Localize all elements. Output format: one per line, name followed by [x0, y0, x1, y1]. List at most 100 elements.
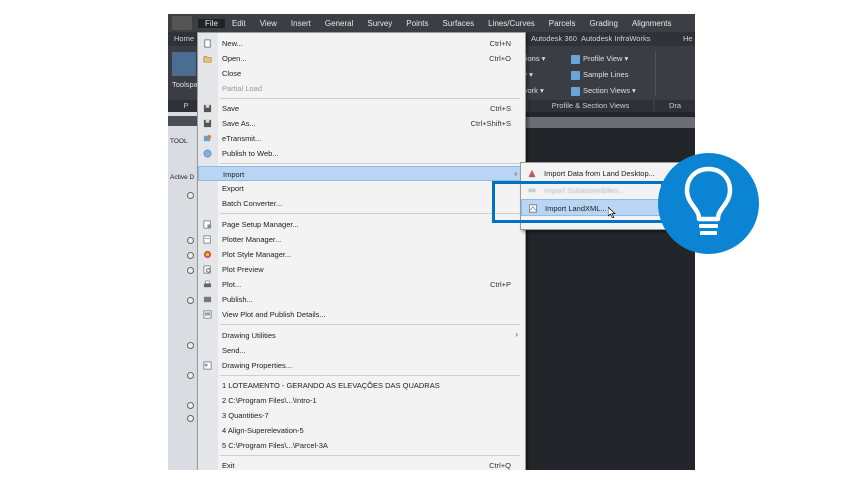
tree-node[interactable]	[187, 402, 194, 409]
file-menu-page-setup[interactable]: Page Setup Manager...	[198, 217, 525, 232]
file-menu-batch-converter[interactable]: Batch Converter...	[198, 196, 525, 211]
toolspace-icon[interactable]	[172, 52, 196, 76]
land-desktop-icon	[528, 169, 536, 178]
recent-file-item[interactable]: 5 C:\Program Files\...\Parcel-3A	[198, 438, 525, 453]
file-menu-plot[interactable]: Plot... Ctrl+P	[198, 277, 525, 292]
recent-file-item[interactable]: 2 C:\Program Files\...\Intro-1	[198, 393, 525, 408]
menu-item-label: eTransmit...	[222, 134, 262, 143]
tab-infraworks[interactable]: Autodesk InfraWorks	[581, 34, 650, 43]
sample-lines-icon	[571, 70, 580, 80]
menu-bar: File Edit View Insert General Survey Poi…	[168, 14, 695, 32]
workspace-bar	[518, 117, 695, 128]
menu-points[interactable]: Points	[399, 19, 435, 28]
menu-item-label: 3 Quantities-7	[222, 411, 269, 420]
file-menu-view-plot-details[interactable]: View Plot and Publish Details...	[198, 307, 525, 322]
active-drawing-label: Active D	[170, 174, 195, 181]
page-setup-icon	[203, 220, 212, 229]
toolspace-header	[168, 116, 198, 126]
properties-icon	[203, 361, 212, 370]
tree-node[interactable]	[187, 297, 194, 304]
sample-lines-button[interactable]: Sample Lines	[571, 70, 628, 80]
draw-tools[interactable]	[655, 52, 694, 96]
recent-file-item[interactable]: 3 Quantities-7	[198, 408, 525, 423]
menu-item-shortcut: Ctrl+S	[489, 104, 511, 113]
menu-insert[interactable]: Insert	[284, 19, 318, 28]
file-menu-plot-style-manager[interactable]: Plot Style Manager...	[198, 247, 525, 262]
section-views-label: Section Views ▾	[583, 86, 636, 95]
submenu-arrow-icon: ›	[514, 169, 517, 178]
file-menu-drawing-properties[interactable]: Drawing Properties...	[198, 358, 525, 373]
menu-parcels[interactable]: Parcels	[542, 19, 583, 28]
menu-view[interactable]: View	[253, 19, 284, 28]
menu-item-label: Save	[222, 104, 240, 113]
file-menu-plotter-manager[interactable]: Plotter Manager...	[198, 232, 525, 247]
file-menu-drawing-utilities[interactable]: Drawing Utilities ›	[198, 328, 525, 343]
menu-item-label: Import	[223, 170, 245, 179]
menu-separator	[220, 213, 520, 214]
app-logo[interactable]	[172, 16, 192, 30]
section-views-button[interactable]: Section Views ▾	[571, 86, 636, 96]
menu-item-label: 4 Align-Superelevation-5	[222, 426, 304, 435]
menu-item-label: Batch Converter...	[222, 199, 283, 208]
menu-separator	[220, 375, 520, 376]
recent-file-item[interactable]: 4 Align-Superelevation-5	[198, 423, 525, 438]
menu-edit[interactable]: Edit	[225, 19, 253, 28]
plot-style-icon	[203, 250, 212, 259]
file-menu-save-as[interactable]: Save As... Ctrl+Shift+S	[198, 116, 525, 131]
save-icon	[203, 104, 212, 113]
file-menu-publish[interactable]: Publish...	[198, 292, 525, 307]
menu-grading[interactable]: Grading	[582, 19, 624, 28]
tree-node[interactable]	[187, 342, 194, 349]
file-menu-plot-preview[interactable]: Plot Preview	[198, 262, 525, 277]
toolspace-panel: TOOL Active D	[168, 112, 198, 470]
menu-item-label: Page Setup Manager...	[222, 220, 299, 229]
tree-node[interactable]	[187, 252, 194, 259]
menu-file[interactable]: File	[198, 18, 225, 28]
file-menu-import[interactable]: Import ›	[198, 166, 525, 181]
menu-alignments[interactable]: Alignments	[625, 19, 679, 28]
tip-badge	[658, 153, 759, 254]
recent-file-item[interactable]: 1 LOTEAMENTO - GERANDO AS ELEVAÇÕES DAS …	[198, 378, 525, 393]
etransmit-icon	[203, 134, 212, 142]
file-menu-exit[interactable]: Exit Ctrl+Q	[198, 458, 525, 470]
file-menu-export[interactable]: Export	[198, 181, 525, 196]
menu-general[interactable]: General	[318, 19, 360, 28]
publish-icon	[203, 296, 212, 303]
menu-item-label: Open...	[222, 54, 247, 63]
menu-item-label: Close	[222, 69, 242, 78]
printer-icon	[203, 280, 212, 288]
menu-item-label: New...	[222, 39, 243, 48]
menu-item-shortcut: Ctrl+Shift+S	[470, 119, 511, 128]
tree-node[interactable]	[187, 192, 194, 199]
tab-home[interactable]: Home	[174, 34, 194, 43]
tree-node[interactable]	[187, 415, 194, 422]
plot-preview-icon	[203, 265, 211, 274]
profile-view-icon	[571, 54, 580, 64]
tab-autodesk-360[interactable]: Autodesk 360	[531, 34, 577, 43]
menu-survey[interactable]: Survey	[360, 19, 399, 28]
file-menu-publish-web[interactable]: Publish to Web...	[198, 146, 525, 161]
tree-node[interactable]	[187, 372, 194, 379]
profile-view-button[interactable]: Profile View ▾	[571, 54, 628, 64]
tree-node[interactable]	[187, 237, 194, 244]
file-menu-new[interactable]: New... Ctrl+N	[198, 36, 525, 51]
menu-item-label: Plot Style Manager...	[222, 250, 292, 259]
menu-lines-curves[interactable]: Lines/Curves	[481, 19, 542, 28]
tree-node[interactable]	[187, 267, 194, 274]
menu-item-label: Export	[222, 184, 244, 193]
menu-item-label: Plotter Manager...	[222, 235, 282, 244]
file-menu-save[interactable]: Save Ctrl+S	[198, 101, 525, 116]
menu-item-label: 2 C:\Program Files\...\Intro-1	[222, 396, 317, 405]
sample-lines-label: Sample Lines	[583, 70, 629, 79]
file-menu-close[interactable]: Close	[198, 66, 525, 81]
menu-item-label: Drawing Properties...	[222, 361, 293, 370]
file-menu-open[interactable]: Open... Ctrl+O	[198, 51, 525, 66]
menu-surfaces[interactable]: Surfaces	[436, 19, 482, 28]
menu-item-label: Plot Preview	[222, 265, 264, 274]
menu-item-shortcut: Ctrl+Q	[489, 461, 511, 470]
submenu-arrow-icon: ›	[515, 330, 518, 339]
file-menu: New... Ctrl+N Open... Ctrl+O Close Parti…	[197, 32, 526, 470]
file-menu-etransmit[interactable]: eTransmit...	[198, 131, 525, 146]
file-menu-send[interactable]: Send...	[198, 343, 525, 358]
tab-more[interactable]: He	[683, 34, 693, 43]
